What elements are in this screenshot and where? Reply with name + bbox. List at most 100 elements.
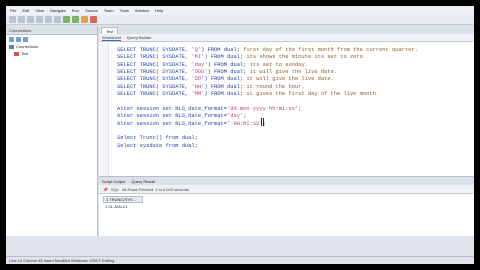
- sql-keyword: Select Trunc() from dual;: [117, 135, 198, 142]
- open-icon[interactable]: [18, 16, 25, 23]
- comment-text: its shows the minute its set to zero: [243, 54, 363, 61]
- menu-tools[interactable]: Tools: [120, 6, 129, 15]
- code-line[interactable]: SELECT TRUNC( SYSDATE, 'DD') FROM dual; …: [117, 76, 334, 83]
- status-bar: Line 10 Column 45 Insert Modified Window…: [6, 256, 474, 264]
- tab-worksheet[interactable]: Worksheet: [102, 35, 122, 41]
- result-grid[interactable]: 1 TRUNC(SYS... 1 01-JAN-21: [99, 194, 474, 236]
- debug-icon[interactable]: [90, 16, 97, 23]
- string-literal: 'MI': [191, 54, 205, 61]
- filter-icon[interactable]: [23, 36, 28, 42]
- sql-keyword: ) FROM dual;: [204, 76, 244, 83]
- folder-icon: [9, 44, 14, 49]
- string-literal: 'DDD': [191, 69, 208, 76]
- menu-window[interactable]: Window: [135, 6, 149, 15]
- menu-view[interactable]: View: [35, 6, 44, 15]
- sql-keyword: ) FROM dual;: [204, 91, 244, 98]
- column-header[interactable]: 1 TRUNC(SYS...: [103, 196, 143, 203]
- tab-query-builder[interactable]: Query Builder: [127, 35, 151, 40]
- string-literal: 'Q': [191, 47, 202, 53]
- connections-tab[interactable]: Connections: [6, 26, 97, 35]
- comment-text: it gives the first day of the live month…: [243, 91, 380, 98]
- sql-keyword: ) FROM dual;: [201, 47, 240, 53]
- sql-keyword: Alter session set NLS_date_format=: [117, 120, 227, 127]
- code-line[interactable]: Alter session set NLS_date_format='dd-mo…: [117, 106, 301, 113]
- connections-tab-label: Connections: [9, 27, 32, 33]
- code-line[interactable]: Alter session set NLS_date_format='day';: [117, 113, 246, 120]
- line-gutter: [99, 43, 109, 176]
- string-literal: ' HH:MI:SS': [227, 120, 263, 127]
- sql-keyword: Alter session set NLS_date_format=: [117, 105, 227, 112]
- worksheet-tabs: Worksheet Query Builder: [99, 34, 474, 42]
- forward-icon[interactable]: [72, 16, 79, 23]
- code-line[interactable]: SELECT TRUNC( SYSDATE, 'HH') FROM dual; …: [117, 84, 305, 91]
- code-line[interactable]: Alter session set NLS_date_format=' HH:M…: [117, 121, 266, 128]
- sql-keyword: ) FROM dual;: [204, 83, 244, 90]
- code-line[interactable]: SELECT TRUNC( SYSDATE, 'DDD') FROM dual;…: [117, 69, 337, 76]
- menu-edit[interactable]: Edit: [22, 6, 29, 15]
- redo-icon[interactable]: [54, 16, 61, 23]
- letterbox-right: [474, 0, 480, 270]
- code-line[interactable]: SELECT TRUNC( SYSDATE, 'Q') FROM dual; f…: [117, 47, 418, 54]
- undo-icon[interactable]: [45, 16, 52, 23]
- menu-help[interactable]: Help: [155, 6, 163, 15]
- new-icon[interactable]: [9, 16, 16, 23]
- save-icon[interactable]: [27, 16, 34, 23]
- sql-keyword: SELECT TRUNC( SYSDATE,: [117, 83, 192, 90]
- string-literal: 'day': [227, 113, 244, 120]
- code-line[interactable]: Select sysdate from dual;: [117, 143, 198, 150]
- sql-icon[interactable]: [81, 16, 88, 23]
- string-literal: 'day': [191, 61, 208, 68]
- tab-script-output[interactable]: Script Output: [102, 179, 125, 184]
- tree-item-test[interactable]: Test: [6, 50, 97, 57]
- sql-keyword: ) FROM dual;: [207, 61, 247, 68]
- output-tabs: Script Output Query Result: [99, 176, 474, 185]
- result-cell[interactable]: 1 01-JAN-21: [103, 203, 143, 210]
- sql-keyword: ;: [243, 113, 247, 120]
- sql-keyword: SELECT TRUNC( SYSDATE,: [117, 69, 192, 76]
- sql-keyword: SELECT TRUNC( SYSDATE,: [117, 54, 192, 61]
- comment-text: its set to sunday.: [246, 61, 308, 68]
- sql-keyword: ) FROM dual;: [207, 69, 247, 76]
- code-line[interactable]: SELECT TRUNC( SYSDATE, 'MM') FROM dual; …: [117, 91, 379, 98]
- tab-query-result[interactable]: Query Result: [131, 179, 154, 184]
- editor-area: Test Worksheet Query Builder SELECT TRUN…: [99, 26, 474, 176]
- menu-team[interactable]: Team: [104, 6, 114, 15]
- database-icon: [14, 51, 19, 56]
- code-line[interactable]: Select Trunc() from dual;: [117, 135, 198, 142]
- string-literal: 'HH': [191, 83, 205, 90]
- refresh-icon[interactable]: [16, 36, 21, 42]
- main-toolbar: [6, 15, 474, 25]
- sql-keyword: Select sysdate from dual;: [117, 142, 198, 149]
- fetch-status: All Rows Fetched: 1 in 0.003 seconds: [122, 186, 189, 192]
- tree-item-connections[interactable]: Connections: [6, 43, 97, 50]
- code-line[interactable]: SELECT TRUNC( SYSDATE, 'day') FROM dual;…: [117, 62, 308, 69]
- string-literal: 'DD': [191, 76, 205, 83]
- menu-navigate[interactable]: Navigate: [50, 6, 66, 15]
- tab-test[interactable]: Test: [101, 27, 119, 34]
- sql-keyword: SELECT TRUNC( SYSDATE,: [117, 61, 192, 68]
- text-cursor: [261, 118, 264, 126]
- pin-icon[interactable]: 📌: [103, 187, 108, 192]
- comment-text: it round the hour.: [243, 83, 305, 90]
- sql-keyword: SELECT TRUNC( SYSDATE,: [117, 76, 192, 83]
- sql-keyword: ;: [298, 105, 302, 112]
- sql-keyword: SELECT TRUNC( SYSDATE,: [117, 47, 192, 53]
- output-toolbar: 📌 SQL All Rows Fetched: 1 in 0.003 secon…: [99, 185, 474, 194]
- add-connection-icon[interactable]: [9, 36, 14, 42]
- menu-file[interactable]: File: [10, 6, 16, 15]
- menu-bar: File Edit View Navigate Run Source Team …: [6, 6, 474, 15]
- sql-keyword: Alter session set NLS_date_format=: [117, 113, 227, 120]
- menu-run[interactable]: Run: [72, 6, 79, 15]
- comment-text: first day of the first month from the cu…: [239, 47, 418, 53]
- save-all-icon[interactable]: [36, 16, 43, 23]
- string-literal: 'MM': [191, 91, 205, 98]
- menu-source[interactable]: Source: [85, 6, 98, 15]
- sql-label: SQL: [110, 186, 119, 192]
- sql-keyword: ) FROM dual;: [204, 54, 244, 61]
- sql-developer-window: File Edit View Navigate Run Source Team …: [6, 6, 474, 264]
- connections-toolbar: [6, 35, 97, 43]
- back-icon[interactable]: [63, 16, 70, 23]
- sql-keyword: SELECT TRUNC( SYSDATE,: [117, 91, 192, 98]
- code-line[interactable]: SELECT TRUNC( SYSDATE, 'MI') FROM dual; …: [117, 54, 363, 61]
- sql-editor[interactable]: SELECT TRUNC( SYSDATE, 'Q') FROM dual; f…: [99, 43, 474, 176]
